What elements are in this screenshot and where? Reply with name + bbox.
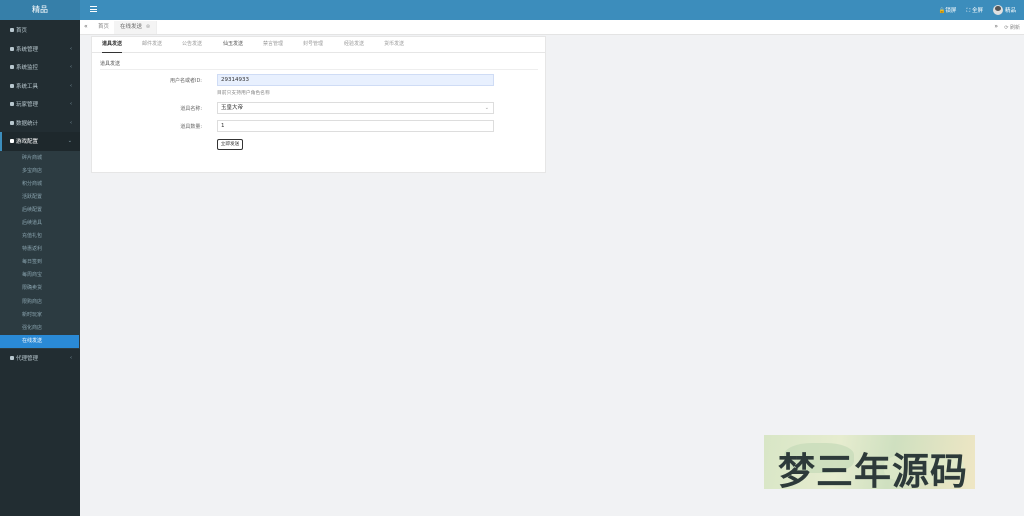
send-now-button[interactable]: 立即发送: [217, 139, 243, 150]
divider: [100, 69, 538, 70]
sidebar-item-data-stats[interactable]: 数据统计 ‹: [0, 114, 80, 133]
submenu-item[interactable]: 每日签到: [0, 256, 80, 269]
sidebar-item-system-monitor[interactable]: 系统监控 ‹: [0, 58, 80, 77]
submenu-item[interactable]: 限购商店: [0, 296, 80, 309]
watermark-text: 梦三年源码: [778, 450, 968, 489]
submenu-item[interactable]: 新时玩家: [0, 309, 80, 322]
submenu-item-online-send[interactable]: 在线发送: [0, 334, 79, 348]
submenu-item[interactable]: 碎片商城: [0, 152, 80, 165]
tab-notice-send[interactable]: 公告发送: [182, 37, 202, 53]
uid-input[interactable]: 29314933: [217, 74, 494, 86]
users-icon: [10, 356, 14, 361]
sidebar-item-home[interactable]: 首页: [0, 21, 80, 40]
submenu-item[interactable]: 多宝商店: [0, 165, 80, 178]
sidebar: 首页 系统管理 ‹ 系统监控 ‹ 系统工具 ‹ 玩家管理 ‹ 数据统计 ‹ 游戏…: [0, 20, 80, 516]
sidebar-item-agent-admin[interactable]: 代理管理 ‹: [0, 349, 80, 368]
tab-item-send[interactable]: 道具发送: [102, 37, 123, 53]
submenu-item[interactable]: 积分商城: [0, 178, 80, 191]
gear-icon: [10, 46, 14, 51]
item-name-select[interactable]: 玉皇大帝 ⌄: [217, 102, 494, 114]
tab-mail-send[interactable]: 邮件发送: [142, 37, 162, 53]
chevron-down-icon: ⌄: [67, 138, 72, 145]
close-icon[interactable]: ⊗: [146, 24, 151, 30]
chevron-left-icon: ‹: [70, 64, 72, 71]
refresh-button[interactable]: ⟳ 刷新: [1004, 24, 1020, 31]
chevron-down-icon: ⌄: [484, 105, 489, 111]
submenu-item[interactable]: 后续道具: [0, 217, 80, 230]
content-card: 道具发送 邮件发送 公告发送 仙玉发送 禁言管理 封号管理 经验发送 货币发送 …: [91, 36, 546, 173]
monitor-icon: [10, 65, 14, 70]
sidebar-item-player-admin[interactable]: 玩家管理 ‹: [0, 95, 80, 114]
user-menu[interactable]: 精品: [992, 5, 1016, 15]
function-tabs: 道具发送 邮件发送 公告发送 仙玉发送 禁言管理 封号管理 经验发送 货币发送: [92, 37, 545, 53]
tab-home[interactable]: 首页: [92, 21, 117, 34]
home-icon: [10, 28, 14, 33]
sidebar-item-system-admin[interactable]: 系统管理 ‹: [0, 40, 80, 59]
game-config-submenu: 碎片商城 多宝商店 积分商城 活跃配置 后续配置 后续道具 充值礼包 特惠返利 …: [0, 150, 80, 349]
page-tab-bar: « 首页 在线发送 ⊗ » ⟳ 刷新: [80, 20, 1024, 35]
fullscreen-button[interactable]: ⛶ 全屏: [966, 6, 983, 15]
submenu-item[interactable]: 充值礼包: [0, 230, 80, 243]
desktop-icon: [10, 139, 14, 144]
chevron-left-icon: ‹: [70, 45, 72, 52]
top-navbar: 精品 🔒锁屏 ⛶ 全屏 精品: [0, 0, 1024, 20]
item-name-label: 道具名称:: [180, 106, 202, 112]
user-name: 精品: [1004, 8, 1016, 14]
uid-label: 用户名或者ID:: [169, 78, 202, 84]
tab-exp-send[interactable]: 经验发送: [344, 37, 364, 53]
tab-ban-admin[interactable]: 封号管理: [303, 37, 323, 53]
chevron-left-icon: ‹: [70, 119, 72, 126]
top-right-actions: 🔒锁屏 ⛶ 全屏 精品: [939, 0, 1016, 20]
chevron-left-icon: ‹: [70, 82, 72, 89]
tab-scroll-left-icon[interactable]: «: [84, 23, 88, 30]
sidebar-toggle-icon[interactable]: [90, 6, 97, 12]
user-card-icon: [10, 102, 14, 107]
tab-mute-admin[interactable]: 禁言管理: [263, 37, 283, 53]
uid-hint: 目前只支持用户角色名称: [217, 91, 270, 96]
submenu-item[interactable]: 强化商店: [0, 322, 80, 335]
avatar: [992, 5, 1003, 15]
submenu-item[interactable]: 活跃配置: [0, 191, 80, 204]
tab-jade-send[interactable]: 仙玉发送: [223, 37, 243, 53]
chevron-left-icon: ‹: [70, 101, 72, 108]
quantity-label: 道具数量:: [180, 124, 202, 130]
submenu-item[interactable]: 后续配置: [0, 204, 80, 217]
tab-online-send[interactable]: 在线发送 ⊗: [114, 21, 158, 34]
section-title: 道具发送: [100, 61, 121, 67]
chart-icon: [10, 120, 14, 125]
tab-scroll-right-icon[interactable]: »: [994, 23, 998, 30]
watermark-logo: 梦三年源码: [764, 435, 975, 489]
submenu-item[interactable]: 特惠返利: [0, 243, 80, 256]
sidebar-item-system-tools[interactable]: 系统工具 ‹: [0, 77, 80, 96]
tools-icon: [10, 83, 14, 88]
tab-currency-send[interactable]: 货币发送: [384, 37, 404, 53]
brand-logo[interactable]: 精品: [0, 0, 80, 20]
quantity-input[interactable]: 1: [217, 120, 494, 132]
chevron-left-icon: ‹: [70, 355, 72, 362]
submenu-item[interactable]: 限确卖货: [0, 282, 80, 295]
lock-screen-button[interactable]: 🔒锁屏: [939, 6, 957, 14]
sidebar-item-game-config[interactable]: 游戏配置 ⌄: [0, 132, 80, 151]
submenu-item[interactable]: 每周商宝: [0, 269, 80, 282]
